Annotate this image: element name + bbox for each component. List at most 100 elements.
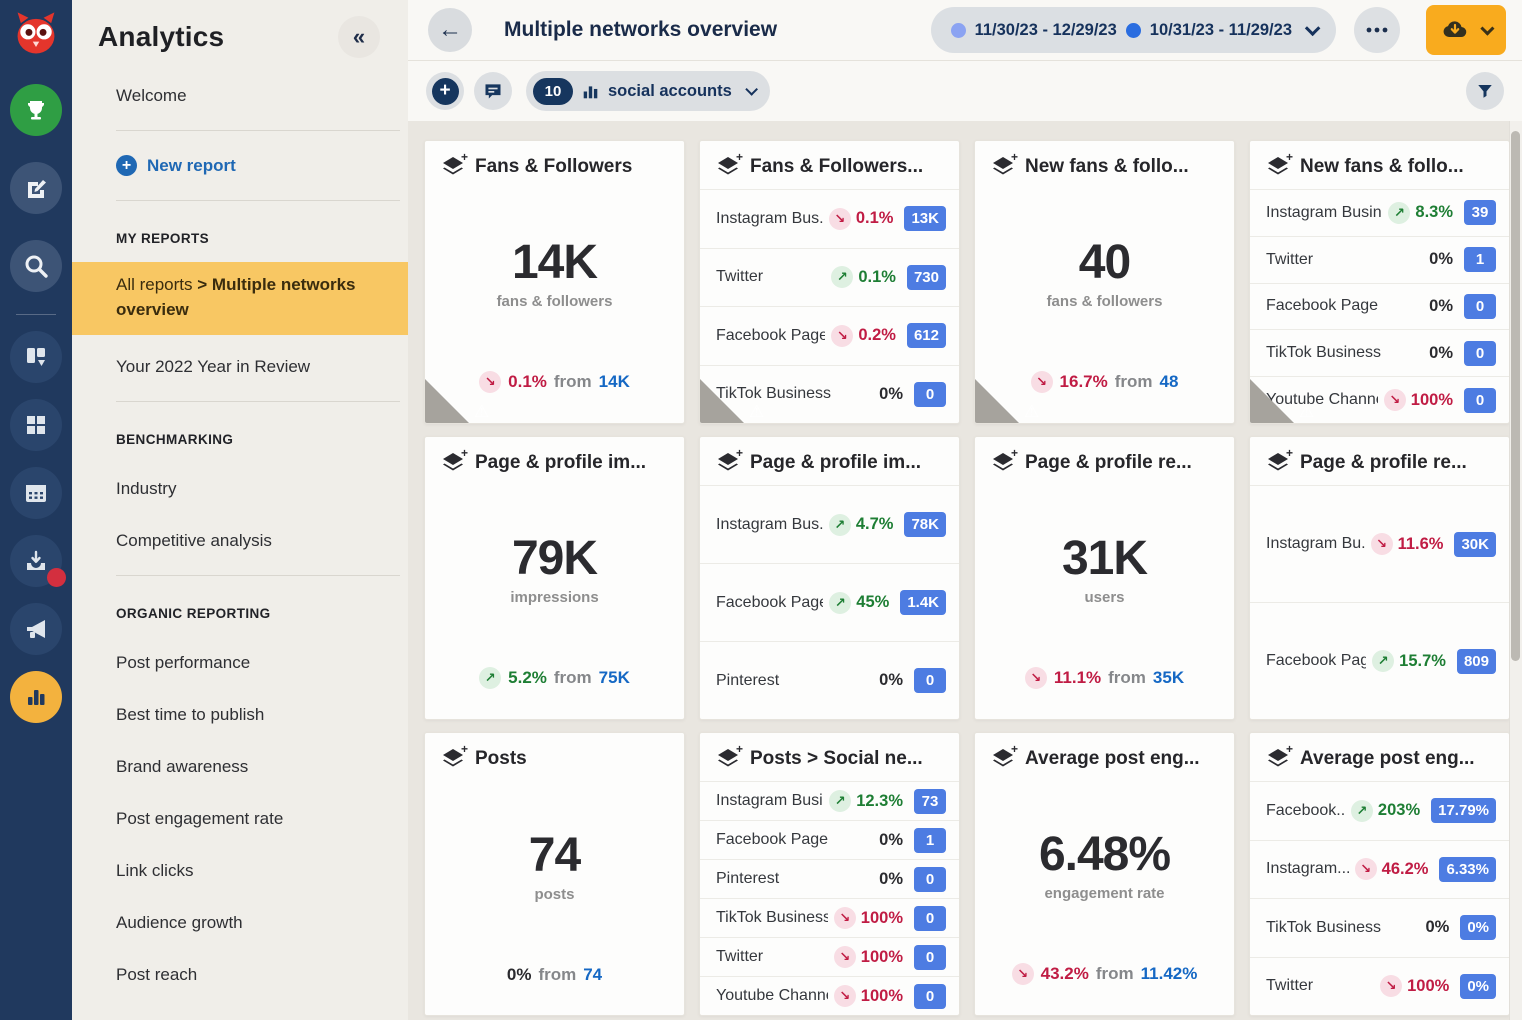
metric-card[interactable]: +Page & profile im...79Kimpressions↗5.2%… xyxy=(424,436,685,720)
network-delta: ↘100% xyxy=(1380,975,1449,997)
metric-value: 74 xyxy=(529,828,580,883)
sidebar-item-industry[interactable]: Industry xyxy=(72,479,408,499)
trend-down-arrow-icon: ↘ xyxy=(1380,975,1402,997)
metric-delta: 0%from74 xyxy=(425,965,684,1015)
export-button[interactable] xyxy=(1426,5,1506,55)
network-delta: ↗45% xyxy=(829,592,889,614)
trend-down-arrow-icon: ↘ xyxy=(1384,389,1406,411)
rewards-button[interactable] xyxy=(10,84,62,136)
planner-button[interactable] xyxy=(10,467,62,519)
metric-layers-icon: + xyxy=(441,156,465,178)
metric-card[interactable]: +New fans & follo...40fans & followers↘1… xyxy=(974,140,1235,424)
analytics-button-active[interactable] xyxy=(10,671,62,723)
network-delta: ↗4.7% xyxy=(829,514,894,536)
dashboard-icon xyxy=(24,413,48,437)
metric-layers-icon: + xyxy=(716,156,740,178)
streams-button[interactable] xyxy=(10,331,62,383)
warning-corner[interactable]: ⚠ xyxy=(1249,378,1295,424)
active-separator: > xyxy=(193,275,212,294)
metric-card[interactable]: +Average post eng...6.48%engagement rate… xyxy=(974,732,1235,1016)
metric-card[interactable]: +Page & profile im...Instagram Bus...↗4.… xyxy=(699,436,960,720)
trend-down-arrow-icon: ↘ xyxy=(834,985,856,1007)
metric-value: 31K xyxy=(1062,531,1147,586)
metric-card[interactable]: +Posts74posts0%from74 xyxy=(424,732,685,1016)
plus-icon: + xyxy=(432,78,459,105)
compose-button[interactable] xyxy=(10,162,62,214)
main-area: ← Multiple networks overview 11/30/23 - … xyxy=(408,0,1522,1020)
export-cloud-icon xyxy=(1442,19,1468,41)
network-delta: ↘100% xyxy=(834,907,903,929)
delta-percent: 0% xyxy=(879,831,903,850)
sidebar-item-post-engagement-rate[interactable]: Post engagement rate xyxy=(72,809,408,829)
comments-button[interactable] xyxy=(474,72,512,110)
warning-corner[interactable]: ⚠ xyxy=(974,378,1020,424)
metric-card[interactable]: +Page & profile re...31Kusers↘11.1%from3… xyxy=(974,436,1235,720)
warning-corner[interactable]: ⚠ xyxy=(424,378,470,424)
social-accounts-selector[interactable]: 10 social accounts xyxy=(526,71,770,111)
warning-corner[interactable]: ⚠ xyxy=(699,378,745,424)
network-rows: Instagram Bus...↗4.7%78KFacebook Page↗45… xyxy=(700,485,959,719)
report-toolbar: + 10 social accounts xyxy=(408,61,1522,121)
sidebar-item-post-reach[interactable]: Post reach xyxy=(72,965,408,985)
sidebar-item-welcome[interactable]: Welcome xyxy=(72,86,408,106)
metric-label: users xyxy=(1084,589,1124,606)
network-label: Twitter xyxy=(1266,977,1374,995)
metric-card[interactable]: +Page & profile re...Instagram Bu...↘11.… xyxy=(1249,436,1510,720)
promote-button[interactable] xyxy=(10,603,62,655)
metric-card[interactable]: +Average post eng...Facebook...↗203%17.7… xyxy=(1249,732,1510,1016)
back-button[interactable]: ← xyxy=(428,8,472,52)
sidebar-collapse-button[interactable]: « xyxy=(338,16,380,58)
metric-delta: ↘11.1%from35K xyxy=(975,667,1234,719)
sidebar-item-year-review[interactable]: Your 2022 Year in Review xyxy=(72,357,408,377)
network-value-badge: 39 xyxy=(1464,200,1496,225)
scrollbar-track[interactable] xyxy=(1509,121,1522,1020)
scrollbar-thumb[interactable] xyxy=(1511,131,1520,661)
network-label: Facebook Page xyxy=(1266,297,1423,315)
date-range-picker[interactable]: 11/30/23 - 12/29/23 10/31/23 - 11/29/23 xyxy=(931,7,1336,53)
chevron-down-icon xyxy=(1480,22,1494,36)
metric-layers-icon: + xyxy=(1266,452,1290,474)
hootsuite-owl-logo[interactable] xyxy=(8,6,64,62)
metric-label: impressions xyxy=(510,589,598,606)
metric-body: 40fans & followers xyxy=(975,173,1234,371)
network-label: Facebook Page xyxy=(716,327,825,345)
metric-card[interactable]: +Posts > Social ne...Instagram Busi...↗1… xyxy=(699,732,960,1016)
metric-card[interactable]: +New fans & follo...Instagram Busin...↗8… xyxy=(1249,140,1510,424)
dashboard-button[interactable] xyxy=(10,399,62,451)
delta-percent: 0% xyxy=(879,870,903,889)
network-row: Youtube Channel↘100%0 xyxy=(700,976,959,1015)
inbox-button[interactable] xyxy=(10,535,62,587)
network-value-badge: 6.33% xyxy=(1439,857,1496,882)
delta-percent: 46.2% xyxy=(1382,860,1429,879)
sidebar-item-link-clicks[interactable]: Link clicks xyxy=(72,861,408,881)
metric-value: 6.48% xyxy=(1039,827,1170,882)
divider xyxy=(116,200,400,201)
network-delta: 0% xyxy=(879,831,903,850)
network-delta: 0% xyxy=(879,385,903,404)
network-value-badge: 0 xyxy=(1464,341,1496,366)
network-label: Instagram Bus... xyxy=(716,516,823,534)
divider xyxy=(116,401,400,402)
new-report-button[interactable]: + New report xyxy=(72,155,408,176)
network-delta: ↘0.2% xyxy=(831,325,896,347)
sidebar-item-audience-growth[interactable]: Audience growth xyxy=(72,913,408,933)
sidebar-item-brand-awareness[interactable]: Brand awareness xyxy=(72,757,408,777)
delta-percent: 4.7% xyxy=(856,515,894,534)
network-label: Facebook Page xyxy=(716,831,873,849)
network-row: Instagram...↘46.2%6.33% xyxy=(1250,840,1509,899)
metric-card[interactable]: +Fans & Followers14Kfans & followers↘0.1… xyxy=(424,140,685,424)
metric-card[interactable]: +Fans & Followers...Instagram Bus...↘0.1… xyxy=(699,140,960,424)
plus-mark-icon: + xyxy=(1011,150,1018,164)
search-button[interactable] xyxy=(10,240,62,292)
metric-body: 6.48%engagement rate xyxy=(975,765,1234,963)
plus-mark-icon: + xyxy=(736,150,743,164)
more-options-button[interactable] xyxy=(1354,7,1400,53)
sidebar-item-best-time[interactable]: Best time to publish xyxy=(72,705,408,725)
delta-percent: 8.3% xyxy=(1415,203,1453,222)
trend-down-arrow-icon: ↘ xyxy=(1025,667,1047,689)
sidebar-item-active-report[interactable]: All reports > Multiple networks overview xyxy=(72,262,408,335)
add-tile-button[interactable]: + xyxy=(426,72,464,110)
filter-button[interactable] xyxy=(1466,72,1504,110)
sidebar-item-competitive-analysis[interactable]: Competitive analysis xyxy=(72,531,408,551)
sidebar-item-post-performance[interactable]: Post performance xyxy=(72,653,408,673)
